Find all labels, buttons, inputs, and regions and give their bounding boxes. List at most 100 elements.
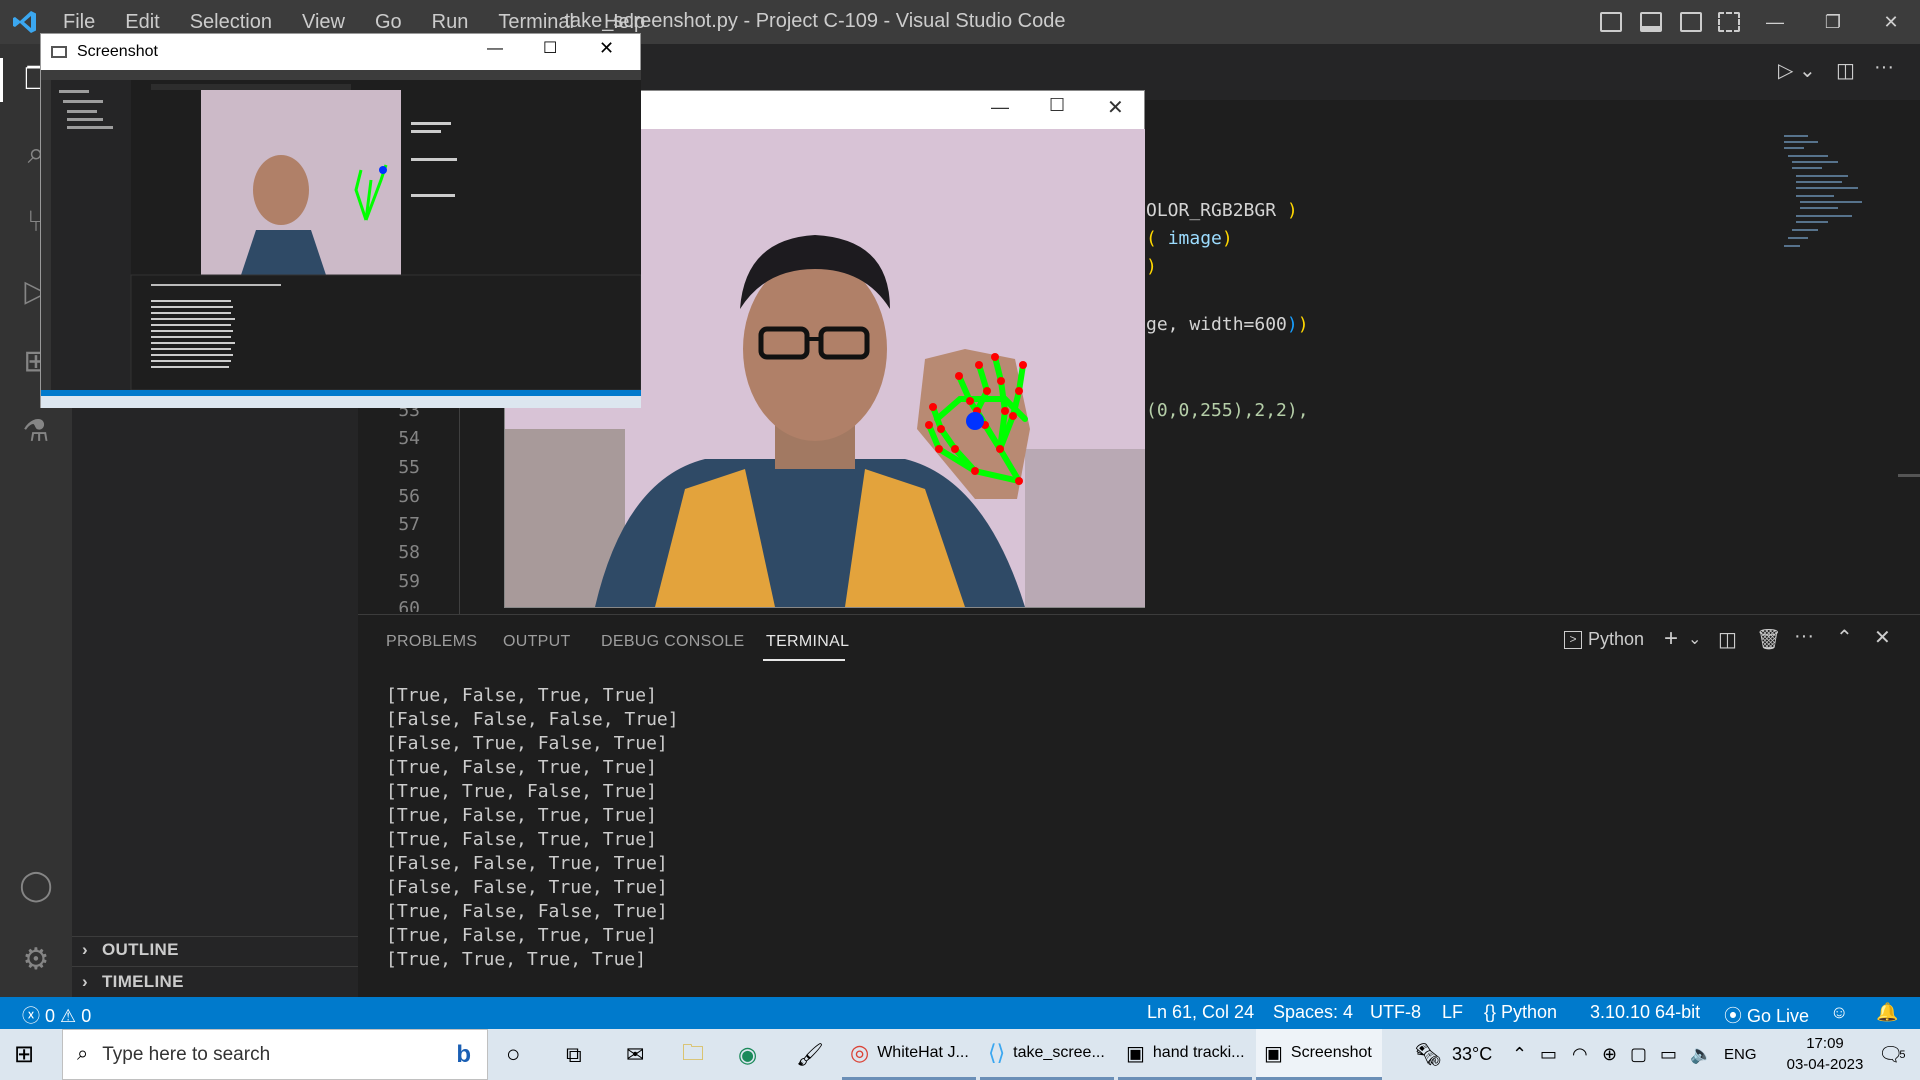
chevron-right-icon: ›: [82, 972, 88, 991]
timeline-section[interactable]: › TIMELINE: [82, 972, 184, 992]
volume-icon[interactable]: 🔈: [1690, 1029, 1712, 1080]
windows-start-icon[interactable]: ⊞: [14, 1029, 34, 1080]
language-mode[interactable]: {} Python: [1484, 1002, 1557, 1023]
terminal-line: [True, False, True, True]: [386, 805, 657, 826]
more-actions-icon[interactable]: ···: [1874, 56, 1894, 79]
terminal-line: [False, True, False, True]: [386, 733, 668, 754]
clock[interactable]: 17:09 03-04-2023: [1770, 1033, 1880, 1075]
wifi-icon[interactable]: ◠: [1572, 1029, 1588, 1080]
line-number: 58: [398, 542, 420, 563]
taskbar-app-vscode[interactable]: ⟨⟩ take_scree...: [980, 1029, 1114, 1080]
status-bar: ⓧ 0 ⚠ 0 Ln 61, Col 24 Spaces: 4 UTF-8 LF…: [0, 997, 1920, 1029]
minimize-icon[interactable]: —: [1746, 12, 1804, 33]
taskbar-search-box[interactable]: ⌕ Type here to search b: [62, 1029, 488, 1080]
broadcast-icon: ⦿: [1724, 1006, 1748, 1026]
terminal-shell-label: Python: [1588, 629, 1645, 649]
more-actions-icon[interactable]: ···: [1794, 625, 1814, 648]
go-live-label: Go Live: [1747, 1006, 1810, 1026]
run-python-icon[interactable]: ▷ ⌄: [1778, 58, 1816, 83]
notification-count: 5: [1899, 1048, 1906, 1061]
maximize-panel-chevron-up-icon[interactable]: ⌃: [1836, 625, 1853, 650]
tab-terminal[interactable]: TERMINAL: [766, 633, 849, 651]
terminal-shell-selector[interactable]: > Python: [1564, 629, 1644, 650]
window-app-icon: ▣: [1264, 1042, 1283, 1065]
customize-layout-icon[interactable]: [1718, 12, 1740, 32]
window-header: Screenshot — ☐ ✕: [41, 34, 640, 70]
accounts-icon[interactable]: ◯: [14, 864, 58, 908]
outline-section[interactable]: › OUTLINE: [82, 940, 179, 960]
cursor-position[interactable]: Ln 61, Col 24: [1147, 1002, 1254, 1023]
meet-now-icon[interactable]: ▭: [1540, 1029, 1557, 1080]
tab-output[interactable]: OUTPUT: [503, 633, 571, 651]
close-icon[interactable]: ✕: [599, 38, 614, 59]
code-line: ( image): [1146, 228, 1233, 249]
mail-icon[interactable]: ✉: [626, 1029, 644, 1080]
restore-icon[interactable]: ❐: [1804, 12, 1862, 33]
taskbar-app-chrome[interactable]: ◎ WhiteHat J...: [842, 1029, 976, 1080]
scrollbar[interactable]: [1898, 474, 1920, 477]
kill-terminal-trash-icon[interactable]: 🗑: [1756, 627, 1781, 652]
split-terminal-icon[interactable]: ◫: [1718, 627, 1737, 652]
weather-icon[interactable]: 🗞: [1414, 1029, 1442, 1080]
notification-center-icon[interactable]: 🗨 5: [1878, 1029, 1906, 1080]
feedback-icon[interactable]: ☺: [1830, 1002, 1848, 1023]
maximize-icon[interactable]: ☐: [1049, 95, 1065, 116]
display-icon[interactable]: ▢: [1630, 1029, 1647, 1080]
battery-icon[interactable]: ▭: [1660, 1029, 1677, 1080]
screenshot-window[interactable]: Screenshot — ☐ ✕: [40, 33, 641, 408]
go-live-button[interactable]: ⦿ Go Live: [1724, 1002, 1809, 1028]
maximize-icon[interactable]: ☐: [543, 38, 557, 58]
close-icon[interactable]: ✕: [1107, 95, 1124, 120]
code-line: (0,0,255),2,2),: [1146, 400, 1309, 421]
toggle-panel-icon[interactable]: [1640, 12, 1662, 32]
taskbar-app-hand-tracking[interactable]: ▣ hand tracki...: [1118, 1029, 1252, 1080]
manage-gear-icon[interactable]: ⚙: [14, 938, 58, 982]
file-explorer-icon[interactable]: 🗀: [682, 1029, 704, 1080]
input-language[interactable]: ENG: [1724, 1029, 1757, 1080]
code-line: ): [1146, 256, 1157, 277]
terminal-line: [True, False, True, True]: [386, 829, 657, 850]
chevron-down-icon[interactable]: ⌄: [1688, 629, 1701, 649]
tab-debug-console[interactable]: DEBUG CONSOLE: [601, 633, 745, 651]
window-title: Screenshot: [77, 43, 158, 60]
error-count: 0: [45, 1006, 56, 1026]
close-icon[interactable]: ✕: [1862, 12, 1920, 33]
code-token: OLOR_RGB2BGR: [1146, 200, 1277, 221]
terminal-line: [True, False, True, True]: [386, 757, 657, 778]
search-icon: ⌕: [77, 1043, 89, 1065]
terminal-line: [True, False, True, True]: [386, 925, 657, 946]
active-tab-indicator: [763, 659, 845, 661]
code-token: ge, width=600: [1146, 314, 1287, 335]
toggle-sidebar-icon[interactable]: [1600, 12, 1622, 32]
indent-guide: [459, 384, 460, 634]
problems-indicator[interactable]: ⓧ 0 ⚠ 0: [22, 1002, 91, 1028]
minimize-icon[interactable]: —: [991, 97, 1009, 118]
network-icon[interactable]: ⊕: [1602, 1029, 1617, 1080]
split-editor-icon[interactable]: ◫: [1836, 58, 1855, 83]
paint-icon[interactable]: 🖌: [796, 1029, 824, 1080]
toggle-secondary-sidebar-icon[interactable]: [1680, 12, 1702, 32]
tab-problems[interactable]: PROBLEMS: [386, 633, 477, 651]
python-interpreter[interactable]: 3.10.10 64-bit: [1590, 1002, 1700, 1023]
minimize-icon[interactable]: —: [487, 40, 503, 58]
taskbar-app-screenshot[interactable]: ▣ Screenshot: [1256, 1029, 1382, 1080]
line-number: 57: [398, 514, 420, 535]
line-number: 60: [398, 598, 420, 612]
fingertip-marker: [966, 412, 984, 430]
close-panel-icon[interactable]: ✕: [1874, 625, 1891, 650]
new-terminal-plus-icon[interactable]: +: [1664, 625, 1678, 653]
terminal-line: [False, False, True, True]: [386, 853, 668, 874]
end-of-line[interactable]: LF: [1442, 1002, 1463, 1023]
notifications-bell-icon[interactable]: 🔔: [1876, 1002, 1898, 1023]
encoding[interactable]: UTF-8: [1370, 1002, 1421, 1023]
terminal-line: [True, False, False, True]: [386, 901, 668, 922]
temperature[interactable]: 33°C: [1452, 1029, 1492, 1080]
cortana-icon[interactable]: ○: [506, 1029, 521, 1080]
testing-icon[interactable]: ⚗: [14, 410, 58, 454]
task-view-icon[interactable]: ⧉: [566, 1029, 582, 1080]
edge-icon[interactable]: ◉: [738, 1029, 757, 1080]
indentation[interactable]: Spaces: 4: [1273, 1002, 1353, 1023]
show-hidden-icons-chevron-up-icon[interactable]: ⌃: [1512, 1029, 1527, 1080]
minimap[interactable]: [1778, 130, 1908, 260]
search-placeholder: Type here to search: [102, 1043, 271, 1065]
